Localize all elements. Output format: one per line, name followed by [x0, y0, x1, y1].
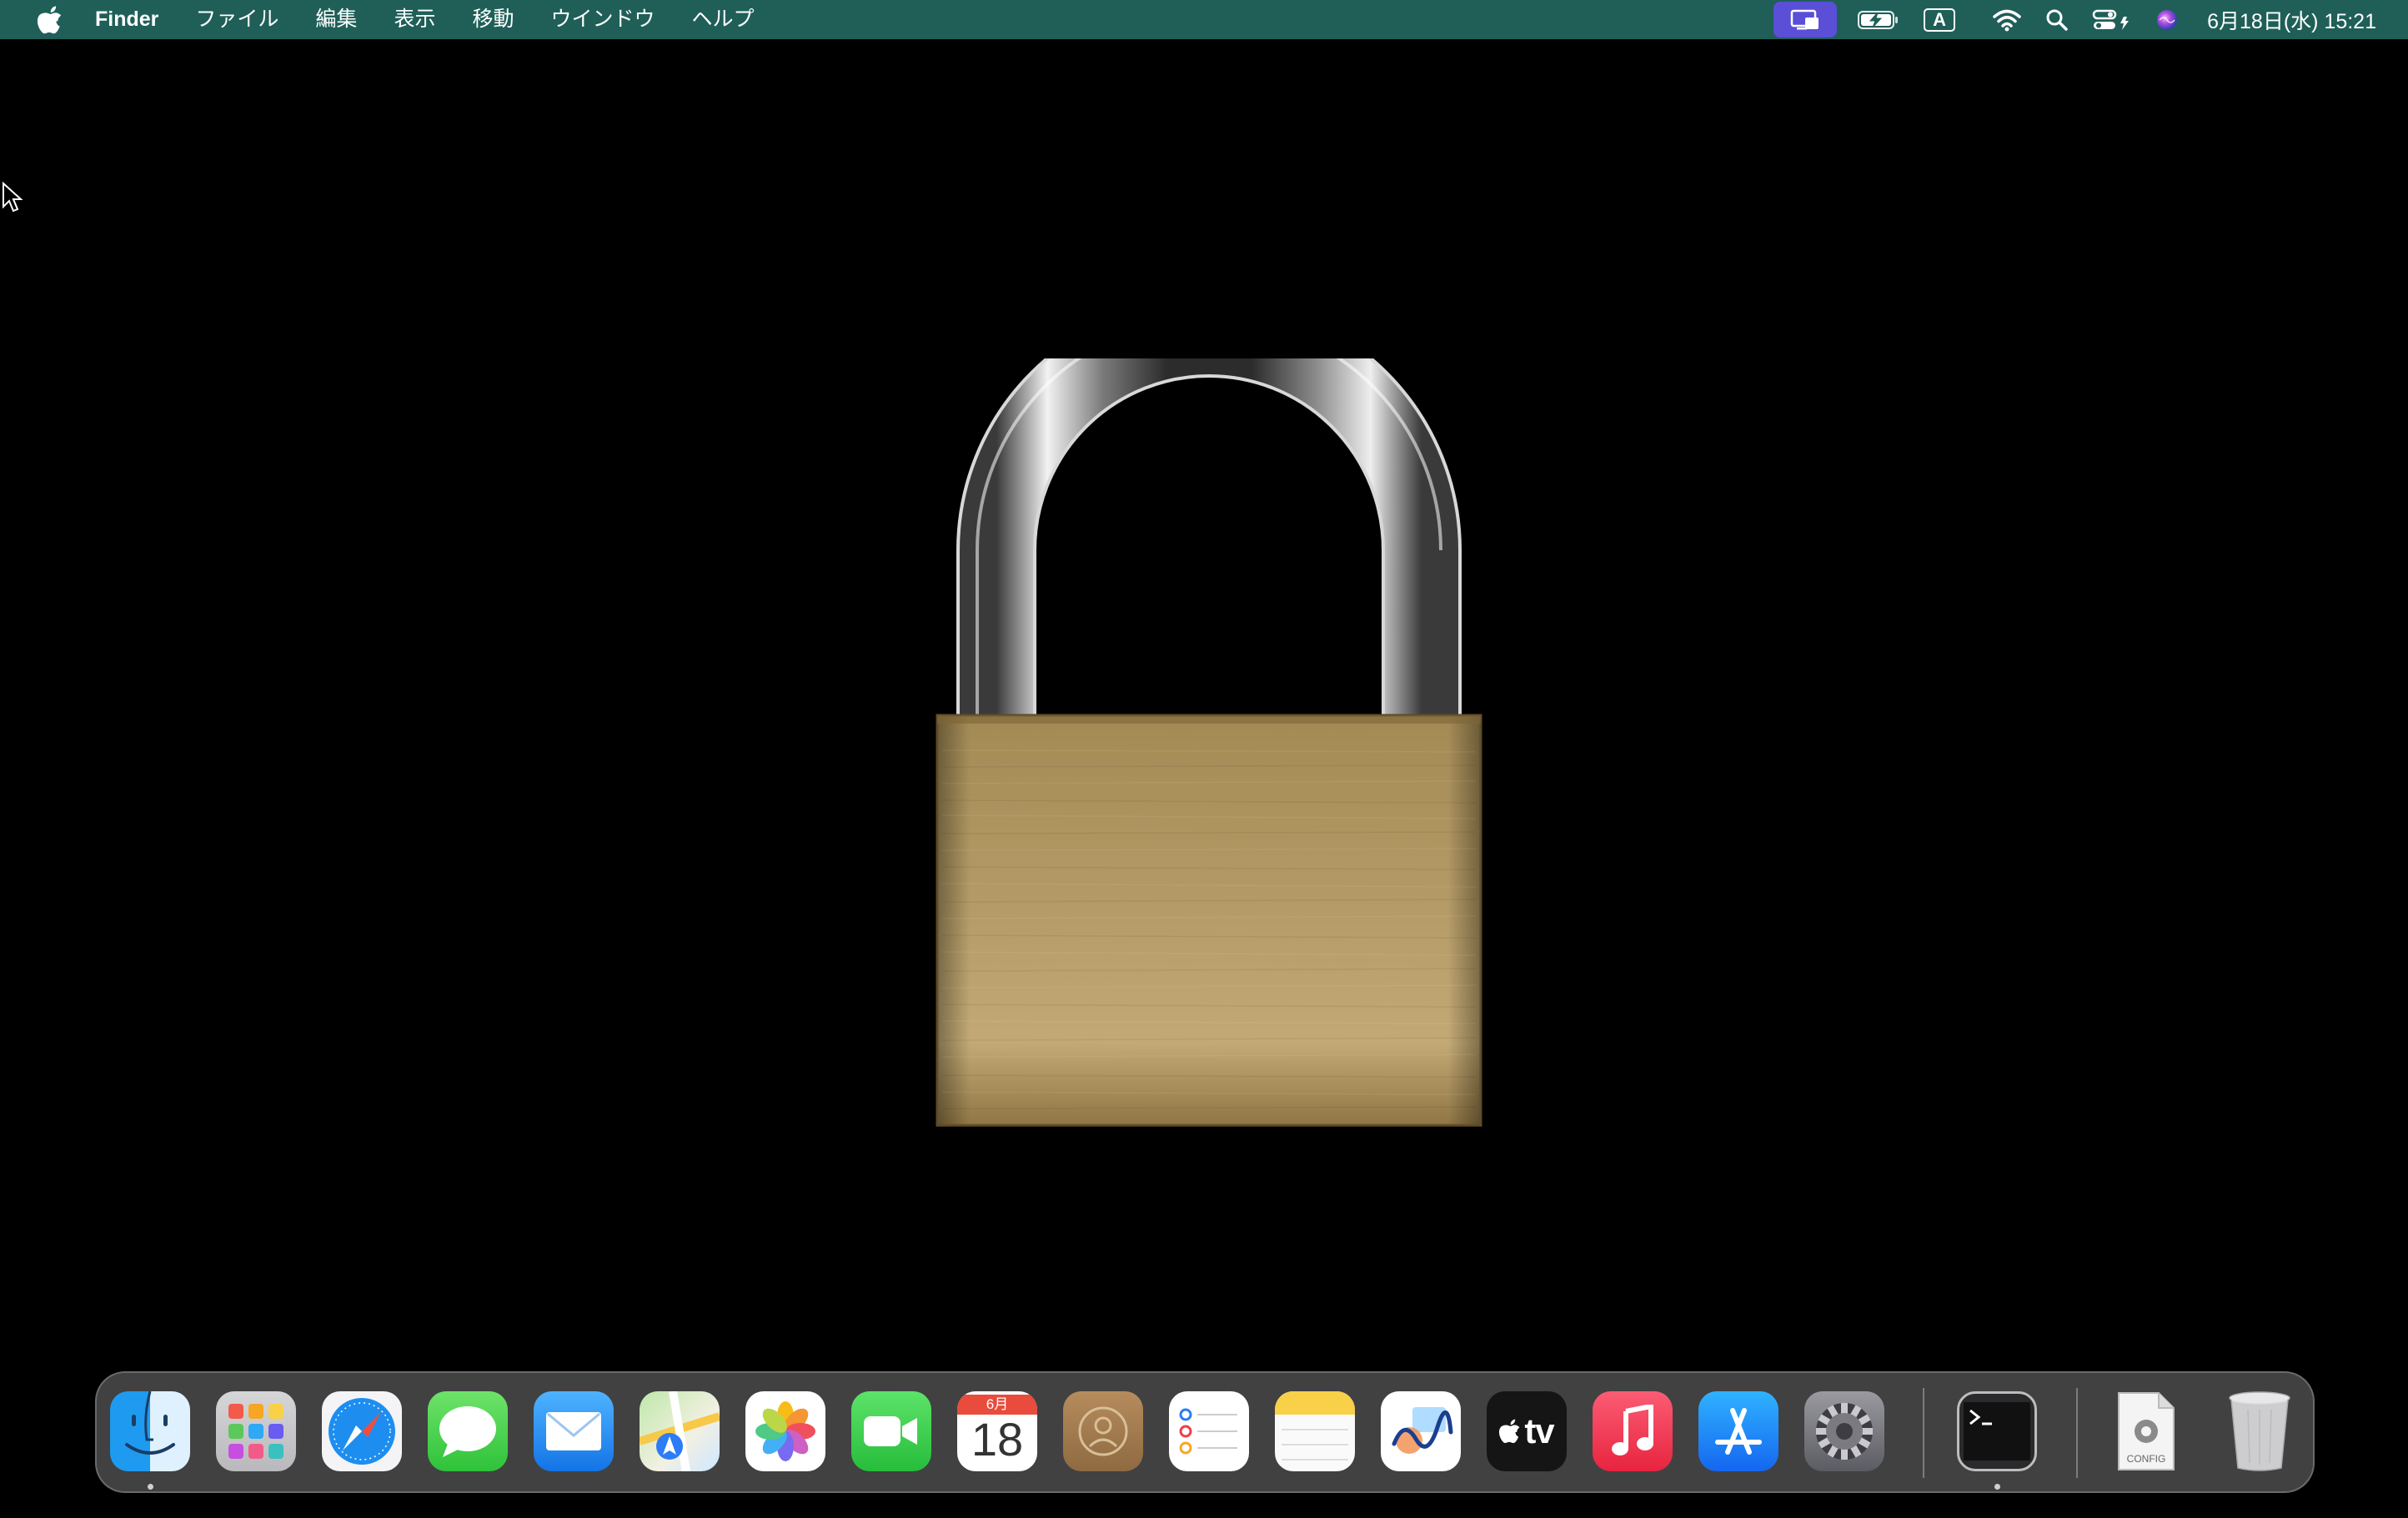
siri-icon[interactable]	[2155, 0, 2179, 39]
input-source-label: A	[1924, 8, 1956, 32]
mouse-cursor-icon	[2, 181, 23, 218]
padlock-icon	[934, 298, 1484, 1130]
menu-edit[interactable]: 編集	[297, 0, 375, 39]
dock-calendar-icon[interactable]: 6月 18	[957, 1391, 1037, 1471]
dock-safari-icon[interactable]	[322, 1391, 402, 1471]
dock-finder-icon[interactable]	[110, 1391, 190, 1471]
menu-go[interactable]: 移動	[454, 0, 532, 39]
screen-mirroring-icon[interactable]	[1773, 2, 1838, 38]
dock-facetime-icon[interactable]	[851, 1391, 931, 1471]
dock-separator	[2076, 1388, 2078, 1478]
dock-app-store-icon[interactable]	[1698, 1391, 1778, 1471]
dock-terminal-icon[interactable]	[1957, 1391, 2037, 1471]
menu-file[interactable]: ファイル	[177, 0, 297, 39]
dock-messages-icon[interactable]	[428, 1391, 508, 1471]
dock-photos-icon[interactable]	[745, 1391, 825, 1471]
spotlight-search-icon[interactable]	[2045, 0, 2069, 39]
tv-label: tv	[1524, 1411, 1554, 1450]
dock-system-settings-icon[interactable]	[1804, 1391, 1884, 1471]
menu-app-finder[interactable]: Finder	[92, 0, 177, 39]
menu-bar: Finder ファイル 編集 表示 移動 ウインドウ ヘルプ A 6月18日(水…	[0, 0, 2408, 39]
dock-config-file-icon[interactable]: CONFIG	[2113, 1391, 2180, 1471]
input-source-icon[interactable]: A	[1924, 0, 1956, 39]
dock-contacts-icon[interactable]	[1063, 1391, 1143, 1471]
dock-tv-icon[interactable]: tv	[1487, 1391, 1567, 1471]
menu-help[interactable]: ヘルプ	[673, 0, 772, 39]
dock: 6月 18 tv CONFIG	[95, 1371, 2315, 1493]
dock-freeform-icon[interactable]	[1381, 1391, 1461, 1471]
dock-separator	[1923, 1388, 1924, 1478]
wifi-icon[interactable]	[1992, 0, 2022, 39]
menu-window[interactable]: ウインドウ	[532, 0, 673, 39]
dock-running-indicator	[1994, 1484, 2000, 1490]
dock-notes-icon[interactable]	[1275, 1391, 1355, 1471]
config-file-label: CONFIG	[2126, 1453, 2166, 1465]
battery-charging-icon[interactable]	[1857, 0, 1900, 39]
dock-music-icon[interactable]	[1593, 1391, 1673, 1471]
calendar-day: 18	[971, 1413, 1024, 1465]
menu-view[interactable]: 表示	[375, 0, 454, 39]
apple-menu-icon[interactable]	[33, 3, 67, 37]
menu-clock[interactable]: 6月18日(水) 15:21	[2207, 5, 2376, 35]
dock-running-indicator	[148, 1484, 153, 1490]
calendar-month: 6月	[957, 1395, 1037, 1415]
dock-mail-icon[interactable]	[534, 1391, 614, 1471]
dock-launchpad-icon[interactable]	[216, 1391, 296, 1471]
control-center-icon[interactable]	[2092, 0, 2132, 39]
dock-reminders-icon[interactable]	[1169, 1391, 1249, 1471]
dock-trash-icon[interactable]	[2220, 1391, 2300, 1471]
dock-maps-icon[interactable]	[640, 1391, 720, 1471]
